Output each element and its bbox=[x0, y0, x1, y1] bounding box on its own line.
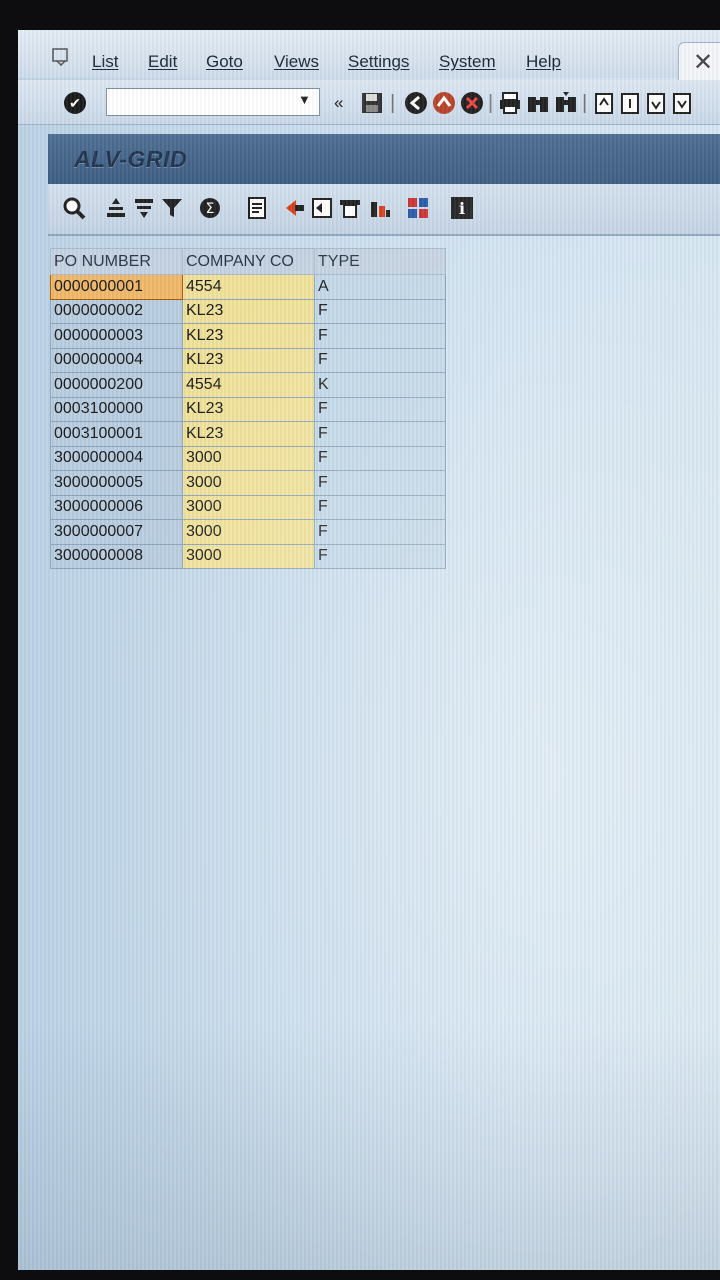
back-arrows-icon[interactable]: « bbox=[334, 93, 343, 113]
table-row[interactable]: 3000000005 3000 F bbox=[50, 470, 446, 496]
po-number-cell[interactable]: 3000000008 bbox=[50, 543, 183, 569]
table-row[interactable]: 0000000001 4554 A bbox=[50, 274, 446, 300]
type-cell[interactable]: F bbox=[314, 494, 446, 520]
details-icon[interactable] bbox=[62, 196, 86, 220]
company-code-cell[interactable]: 4554 bbox=[182, 274, 315, 300]
alv-grid-table: PO NUMBER COMPANY CO TYPE 0000000001 4554… bbox=[50, 248, 446, 569]
po-number-cell[interactable]: 3000000004 bbox=[50, 445, 183, 471]
po-number-cell[interactable]: 3000000005 bbox=[50, 470, 183, 496]
print-icon[interactable] bbox=[338, 196, 362, 220]
type-cell[interactable]: F bbox=[314, 445, 446, 471]
company-code-cell[interactable]: KL23 bbox=[182, 298, 315, 324]
company-code-cell[interactable]: KL23 bbox=[182, 421, 315, 447]
svg-text:i: i bbox=[459, 199, 465, 218]
information-icon[interactable]: i bbox=[450, 196, 474, 220]
title-bar: ALV-GRID bbox=[48, 134, 720, 184]
save-icon[interactable] bbox=[360, 91, 384, 115]
type-cell[interactable]: F bbox=[314, 298, 446, 324]
graphic-icon[interactable] bbox=[368, 196, 392, 220]
menu-goto[interactable]: Goto bbox=[206, 52, 243, 72]
exit-icon[interactable] bbox=[432, 91, 456, 115]
po-number-cell[interactable]: 0000000004 bbox=[50, 347, 183, 373]
company-code-cell[interactable]: KL23 bbox=[182, 396, 315, 422]
menu-system[interactable]: System bbox=[439, 52, 496, 72]
filter-icon[interactable] bbox=[160, 196, 184, 220]
print-icon[interactable] bbox=[498, 91, 522, 115]
menu-edit[interactable]: Edit bbox=[148, 52, 177, 72]
company-code-cell[interactable]: 3000 bbox=[182, 494, 315, 520]
layout-icon[interactable] bbox=[406, 196, 430, 220]
export-icon[interactable] bbox=[282, 196, 306, 220]
menu-views[interactable]: Views bbox=[274, 52, 319, 72]
command-field[interactable] bbox=[106, 88, 320, 116]
po-number-cell[interactable]: 0000000200 bbox=[50, 372, 183, 398]
column-header-type[interactable]: TYPE bbox=[314, 248, 446, 275]
separator-icon: | bbox=[390, 92, 396, 114]
company-code-cell[interactable]: KL23 bbox=[182, 323, 315, 349]
company-code-cell[interactable]: 3000 bbox=[182, 543, 315, 569]
company-code-cell[interactable]: 3000 bbox=[182, 470, 315, 496]
type-cell[interactable]: F bbox=[314, 543, 446, 569]
table-row[interactable]: 0003100001 KL23 F bbox=[50, 421, 446, 447]
table-row[interactable]: 0000000002 KL23 F bbox=[50, 298, 446, 324]
po-number-cell[interactable]: 0000000002 bbox=[50, 298, 183, 324]
menu-settings[interactable]: Settings bbox=[348, 52, 409, 72]
svg-text:Σ: Σ bbox=[206, 201, 215, 217]
type-cell[interactable]: F bbox=[314, 347, 446, 373]
po-number-cell[interactable]: 0003100001 bbox=[50, 421, 183, 447]
enter-check-icon[interactable]: ✔ bbox=[64, 92, 86, 114]
previous-page-icon[interactable] bbox=[618, 91, 642, 115]
type-cell[interactable]: F bbox=[314, 470, 446, 496]
menu-icon[interactable] bbox=[52, 48, 72, 66]
company-code-cell[interactable]: 3000 bbox=[182, 445, 315, 471]
sort-ascending-icon[interactable] bbox=[104, 196, 128, 220]
menu-bar: List Edit Goto Views Settings System Hel… bbox=[18, 30, 720, 86]
po-number-cell[interactable]: 3000000006 bbox=[50, 494, 183, 520]
po-number-cell[interactable]: 0003100000 bbox=[50, 396, 183, 422]
table-row[interactable]: 3000000007 3000 F bbox=[50, 519, 446, 545]
table-row[interactable]: 3000000008 3000 F bbox=[50, 543, 446, 569]
company-code-cell[interactable]: KL23 bbox=[182, 347, 315, 373]
menu-list[interactable]: List bbox=[92, 52, 118, 72]
first-page-icon[interactable] bbox=[592, 91, 616, 115]
type-cell[interactable]: F bbox=[314, 396, 446, 422]
sort-descending-icon[interactable] bbox=[132, 196, 156, 220]
sap-screen: List Edit Goto Views Settings System Hel… bbox=[18, 30, 720, 1270]
separator-icon: | bbox=[488, 92, 494, 114]
find-next-icon[interactable] bbox=[554, 91, 578, 115]
table-row[interactable]: 0003100000 KL23 F bbox=[50, 396, 446, 422]
chevron-down-icon[interactable]: ▼ bbox=[298, 92, 311, 107]
table-row[interactable]: 0000000004 KL23 F bbox=[50, 347, 446, 373]
print-preview-icon[interactable] bbox=[246, 196, 270, 220]
company-code-cell[interactable]: 4554 bbox=[182, 372, 315, 398]
company-code-cell[interactable]: 3000 bbox=[182, 519, 315, 545]
view-icon[interactable] bbox=[310, 196, 334, 220]
type-cell[interactable]: A bbox=[314, 274, 446, 300]
table-row[interactable]: 3000000006 3000 F bbox=[50, 494, 446, 520]
next-page-icon[interactable] bbox=[644, 91, 668, 115]
column-header-po-number[interactable]: PO NUMBER bbox=[50, 248, 183, 275]
table-row[interactable]: 3000000004 3000 F bbox=[50, 445, 446, 471]
table-row[interactable]: 0000000200 4554 K bbox=[50, 372, 446, 398]
grid-header-row: PO NUMBER COMPANY CO TYPE bbox=[50, 248, 446, 275]
type-cell[interactable]: F bbox=[314, 519, 446, 545]
po-number-cell[interactable]: 0000000003 bbox=[50, 323, 183, 349]
separator-icon: | bbox=[582, 92, 588, 114]
column-header-company-code[interactable]: COMPANY CO bbox=[182, 248, 315, 275]
cancel-icon[interactable] bbox=[460, 91, 484, 115]
last-page-icon[interactable] bbox=[670, 91, 694, 115]
table-row[interactable]: 0000000003 KL23 F bbox=[50, 323, 446, 349]
alv-toolbar: Σ i bbox=[48, 184, 720, 236]
back-icon[interactable] bbox=[404, 91, 428, 115]
type-cell[interactable]: K bbox=[314, 372, 446, 398]
page-title: ALV-GRID bbox=[74, 146, 188, 172]
standard-toolbar: ✔ ▼ « | | | bbox=[18, 80, 720, 125]
total-icon[interactable]: Σ bbox=[198, 196, 222, 220]
menu-help[interactable]: Help bbox=[526, 52, 561, 72]
type-cell[interactable]: F bbox=[314, 421, 446, 447]
po-number-cell[interactable]: 3000000007 bbox=[50, 519, 183, 545]
po-number-cell[interactable]: 0000000001 bbox=[50, 274, 183, 300]
type-cell[interactable]: F bbox=[314, 323, 446, 349]
find-icon[interactable] bbox=[526, 91, 550, 115]
